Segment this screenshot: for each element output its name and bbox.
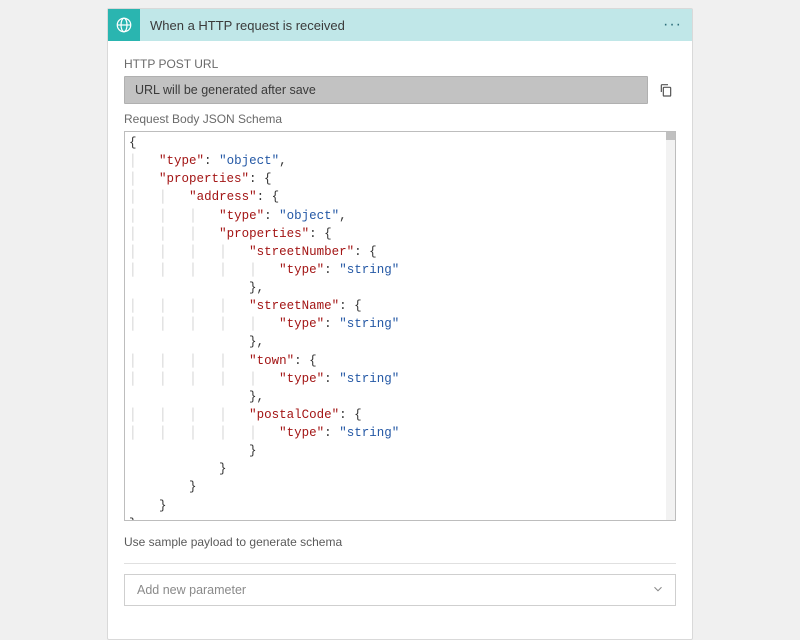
url-input[interactable]: URL will be generated after save [124, 76, 648, 104]
card-title: When a HTTP request is received [150, 18, 345, 33]
divider [124, 563, 676, 564]
scrollbar-thumb[interactable] [666, 132, 675, 140]
chevron-down-icon [651, 582, 665, 599]
card-header[interactable]: When a HTTP request is received ··· [108, 9, 692, 41]
scrollbar-track [666, 132, 675, 520]
schema-label: Request Body JSON Schema [124, 112, 676, 126]
url-label: HTTP POST URL [124, 57, 676, 71]
schema-editor[interactable]: { │ "type": "object", │ "properties": { … [124, 131, 676, 521]
dropdown-placeholder: Add new parameter [137, 583, 246, 597]
card-body: HTTP POST URL URL will be generated afte… [108, 41, 692, 618]
add-parameter-dropdown[interactable]: Add new parameter [124, 574, 676, 606]
sample-payload-link[interactable]: Use sample payload to generate schema [124, 535, 676, 549]
globe-icon [108, 9, 140, 41]
copy-icon[interactable] [656, 80, 676, 100]
url-row: URL will be generated after save [124, 76, 676, 104]
more-button[interactable]: ··· [663, 16, 682, 34]
trigger-card: When a HTTP request is received ··· HTTP… [107, 8, 693, 640]
